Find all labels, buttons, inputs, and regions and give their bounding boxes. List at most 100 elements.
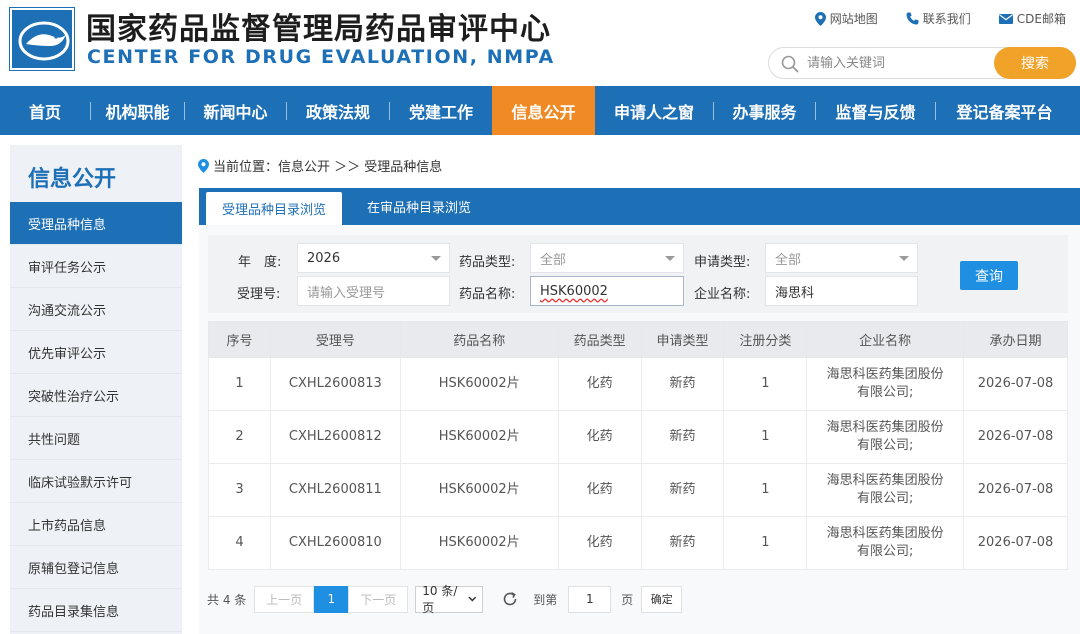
filter-form: 年 度: 2026 药品类型: 全部 申请类型: 全部 受理号: 请输入受理号 … — [208, 235, 1068, 313]
accept-no-input[interactable]: 请输入受理号 — [297, 276, 450, 306]
breadcrumb-text: 当前位置：信息公开 ＞＞ 受理品种信息 — [213, 160, 443, 175]
sidebar-item-review-tasks[interactable]: 审评任务公示 — [10, 245, 182, 288]
accept-no-placeholder: 请输入受理号 — [307, 285, 386, 301]
cell-accept-no: CXHL2600813 — [269, 357, 401, 411]
nav-item-registration[interactable]: 登记备案平台 — [936, 86, 1073, 135]
sidebar-title: 信息公开 — [28, 167, 117, 192]
table-row[interactable]: 3 CXHL2600811 HSK60002片 化药 新药 1 海思科医药集团股… — [208, 463, 1068, 517]
cell-company: 海思科医药集团股份有限公司; — [806, 357, 965, 411]
drug-type-label: 药品类型: — [459, 255, 516, 270]
company-input[interactable]: 海思科 — [765, 276, 918, 306]
chevron-down-icon — [468, 596, 476, 602]
site-title-en: CENTER FOR DRUG EVALUATION, NMPA — [87, 46, 555, 68]
table-row[interactable]: 4 CXHL2600810 HSK60002片 化药 新药 1 海思科医药集团股… — [208, 516, 1068, 570]
chevron-down-icon — [665, 256, 675, 261]
refresh-icon[interactable] — [501, 590, 519, 608]
table-header-row: 序号 受理号 药品名称 药品类型 申请类型 注册分类 企业名称 承办日期 — [208, 321, 1068, 358]
table-row[interactable]: 2 CXHL2600812 HSK60002片 化药 新药 1 海思科医药集团股… — [208, 410, 1068, 464]
goto-label: 到第 — [533, 592, 558, 607]
search-input[interactable] — [807, 49, 997, 77]
nav-item-functions[interactable]: 机构职能 — [91, 86, 184, 135]
drug-name-input[interactable]: HSK60002 — [530, 276, 684, 306]
drug-type-value: 全部 — [540, 252, 567, 268]
query-button[interactable]: 查询 — [960, 261, 1018, 290]
cell-drug-type: 化药 — [557, 357, 642, 411]
contact-link[interactable]: 联系我们 — [906, 10, 971, 27]
sidebar-item-communication[interactable]: 沟通交流公示 — [10, 288, 182, 331]
sidebar-item-clinical-trial[interactable]: 临床试验默示许可 — [10, 460, 182, 503]
nav-item-feedback[interactable]: 监督与反馈 — [816, 86, 935, 135]
cell-date: 2026-07-08 — [963, 410, 1068, 464]
location-pin-icon — [814, 11, 826, 26]
drug-name-value: HSK60002 — [540, 283, 608, 299]
page-1-button[interactable]: 1 — [314, 585, 349, 613]
cell-index: 4 — [208, 516, 271, 570]
total-count: 共 4 条 — [207, 592, 247, 607]
table-row[interactable]: 1 CXHL2600813 HSK60002片 化药 新药 1 海思科医药集团股… — [208, 357, 1068, 411]
nav-item-home[interactable]: 首页 — [0, 86, 90, 135]
sidebar-item-breakthrough[interactable]: 突破性治疗公示 — [10, 374, 182, 417]
nav-item-applicant[interactable]: 申请人之窗 — [595, 86, 713, 135]
cell-reg-class: 1 — [723, 357, 808, 411]
cell-drug-type: 化药 — [557, 463, 642, 517]
prev-page-button[interactable]: 上一页 — [254, 585, 315, 613]
cde-logo[interactable] — [10, 8, 74, 70]
page-size-value: 10 条/页 — [422, 584, 458, 615]
nav-item-policy[interactable]: 政策法规 — [287, 86, 389, 135]
goto-confirm-button[interactable]: 确定 — [641, 585, 683, 613]
nav-item-info-disclosure[interactable]: 信息公开 — [492, 86, 595, 135]
sidebar-item-excipient-registration[interactable]: 原辅包登记信息 — [10, 546, 182, 589]
tab-accepted-catalog[interactable]: 受理品种目录浏览 — [206, 192, 342, 225]
nav-item-party[interactable]: 党建工作 — [390, 86, 492, 135]
cde-mail-label: CDE邮箱 — [1016, 12, 1066, 26]
nav-item-news[interactable]: 新闻中心 — [185, 86, 286, 135]
nav-item-services[interactable]: 办事服务 — [714, 86, 815, 135]
year-value: 2026 — [307, 250, 341, 266]
apply-type-label: 申请类型: — [694, 255, 751, 270]
cell-company: 海思科医药集团股份有限公司; — [806, 516, 965, 570]
col-header-reg-class: 注册分类 — [723, 321, 808, 358]
main-nav: 首页 机构职能 新闻中心 政策法规 党建工作 信息公开 申请人之窗 办事服务 监… — [0, 86, 1080, 135]
sidebar-item-common-issues[interactable]: 共性问题 — [10, 417, 182, 460]
page-unit-label: 页 — [621, 592, 634, 607]
year-label: 年 度: — [238, 255, 282, 270]
col-header-company: 企业名称 — [806, 321, 965, 358]
drug-type-select[interactable]: 全部 — [530, 243, 684, 273]
chevron-down-icon — [899, 256, 909, 261]
sidebar-item-accepted-varieties[interactable]: 受理品种信息 — [10, 202, 182, 245]
cell-drug-name: HSK60002片 — [399, 357, 559, 411]
next-page-button[interactable]: 下一页 — [348, 585, 409, 613]
cell-reg-class: 1 — [723, 516, 808, 570]
cell-company: 海思科医药集团股份有限公司; — [806, 410, 965, 464]
goto-page-input[interactable]: 1 — [568, 585, 612, 613]
tab-bar: 受理品种目录浏览 在审品种目录浏览 — [199, 188, 1080, 225]
company-label: 企业名称: — [694, 287, 751, 302]
location-pin-icon — [198, 158, 209, 173]
company-value: 海思科 — [775, 285, 815, 301]
logo-emblem-icon — [12, 10, 72, 68]
content-panel: 受理品种目录浏览 在审品种目录浏览 年 度: 2026 药品类型: 全部 申请类… — [199, 188, 1080, 634]
sitemap-link[interactable]: 网站地图 — [814, 10, 878, 27]
site-search: 搜索 — [768, 47, 1076, 79]
col-header-drug-name: 药品名称 — [399, 321, 559, 358]
sidebar-item-marketed-drugs[interactable]: 上市药品信息 — [10, 503, 182, 546]
sidebar-item-drug-catalog[interactable]: 药品目录集信息 — [10, 589, 182, 632]
cell-drug-type: 化药 — [557, 516, 642, 570]
year-select[interactable]: 2026 — [297, 243, 450, 273]
cell-apply-type: 新药 — [640, 357, 725, 411]
col-header-index: 序号 — [208, 321, 271, 358]
apply-type-select[interactable]: 全部 — [765, 243, 918, 273]
drug-name-label: 药品名称: — [459, 287, 516, 302]
page-size-select[interactable]: 10 条/页 — [415, 584, 484, 615]
cell-index: 2 — [208, 410, 271, 464]
apply-type-value: 全部 — [775, 252, 802, 268]
breadcrumb: 当前位置：信息公开 ＞＞ 受理品种信息 — [198, 156, 442, 175]
cell-date: 2026-07-08 — [963, 516, 1068, 570]
sidebar-item-priority-review[interactable]: 优先审评公示 — [10, 331, 182, 374]
cde-mail-link[interactable]: CDE邮箱 — [998, 10, 1066, 27]
search-button[interactable]: 搜索 — [994, 47, 1076, 79]
cell-index: 3 — [208, 463, 271, 517]
tab-under-review-catalog[interactable]: 在审品种目录浏览 — [351, 188, 487, 225]
cell-reg-class: 1 — [723, 463, 808, 517]
site-header: 国家药品监督管理局药品审评中心 CENTER FOR DRUG EVALUATI… — [0, 0, 1080, 86]
